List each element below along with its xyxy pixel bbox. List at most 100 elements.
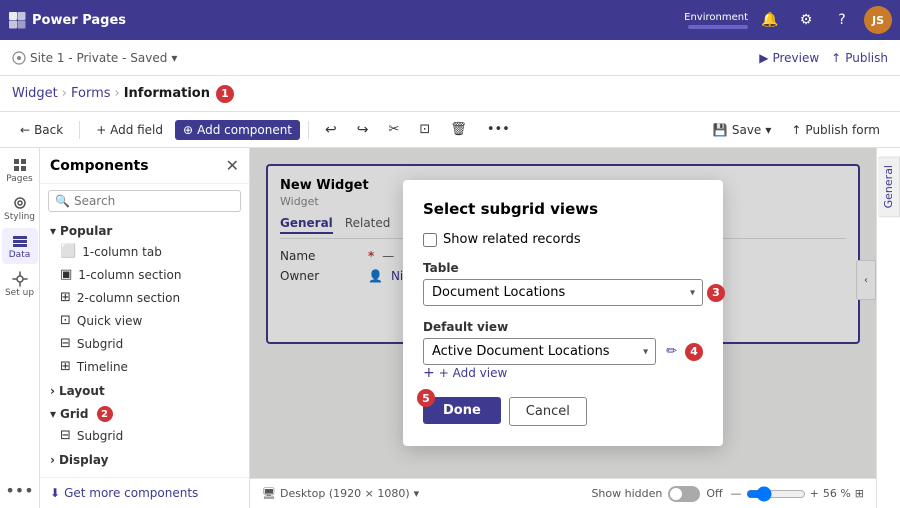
site-icon <box>12 51 26 65</box>
default-view-select-wrap: Active Document Locations All Document L… <box>423 338 656 365</box>
edit-view-icon[interactable]: ✏ <box>666 344 677 359</box>
cut-button[interactable]: ✂ <box>380 119 407 140</box>
default-view-row: Active Document Locations All Document L… <box>423 338 703 365</box>
breadcrumb-badge: 1 <box>216 85 234 103</box>
toolbar-sep-1 <box>79 121 80 139</box>
sidebar-item-1col-section[interactable]: ▣ 1-column section <box>40 263 249 286</box>
site-info: Site 1 - Private - Saved ▾ <box>12 51 177 65</box>
environment-badge: Environment <box>684 12 748 29</box>
table-select[interactable]: Document Locations Accounts Contacts <box>423 279 703 306</box>
sidebar-item-1col-tab[interactable]: ⬜ 1-column tab <box>40 240 249 263</box>
settings-icon[interactable]: ⚙ <box>792 6 820 34</box>
nav-data[interactable]: Data <box>2 228 38 264</box>
sub-header: Site 1 - Private - Saved ▾ ▶ Preview ↑ P… <box>0 40 900 76</box>
breadcrumb-bar: Widget › Forms › Information 1 <box>0 76 900 112</box>
zoom-slider[interactable] <box>746 486 806 502</box>
zoom-label: 56 % <box>823 487 851 500</box>
delete-button[interactable]: 🗑 <box>442 119 475 140</box>
breadcrumb-forms[interactable]: Forms <box>71 86 111 101</box>
toolbar-sep-2 <box>308 121 309 139</box>
sidebar-item-2col-section[interactable]: ⊞ 2-column section <box>40 286 249 309</box>
show-related-checkbox[interactable] <box>423 233 437 247</box>
1col-tab-icon: ⬜ <box>60 244 76 259</box>
nav-setup[interactable]: Set up <box>2 266 38 302</box>
preview-btn[interactable]: ▶ Preview <box>759 51 819 65</box>
breadcrumb-current: Information <box>124 86 210 101</box>
pages-icon <box>12 157 28 173</box>
nav-styling[interactable]: Styling <box>2 190 38 226</box>
sidebar-item-quick-view[interactable]: ⊡ Quick view <box>40 309 249 332</box>
avatar[interactable]: JS <box>864 6 892 34</box>
timeline-icon: ⊞ <box>60 359 71 374</box>
undo-button[interactable]: ↩ <box>317 119 345 141</box>
sidebar-section-grid[interactable]: ▾ Grid 2 <box>40 400 249 424</box>
show-related-label: Show related records <box>443 232 581 247</box>
sidebar-header: Components ✕ <box>40 148 249 184</box>
add-view-btn[interactable]: + + Add view <box>423 365 703 381</box>
redo-button[interactable]: ↪ <box>349 119 377 141</box>
sidebar: Components ✕ 🔍 ▾ Popular ⬜ 1-column tab … <box>40 148 250 508</box>
nav-pages[interactable]: Pages <box>2 152 38 188</box>
add-component-button[interactable]: ⊕ Add component <box>175 120 300 140</box>
show-hidden-toggle: Show hidden Off <box>591 486 722 502</box>
back-button[interactable]: ← Back <box>12 120 71 140</box>
desktop-resolution: 🖥 Desktop (1920 × 1080) ▾ <box>262 487 419 500</box>
sidebar-section-popular[interactable]: ▾ Popular <box>40 218 249 240</box>
quick-view-icon: ⊡ <box>60 313 71 328</box>
publish-form-button[interactable]: ↑ Publish form <box>783 120 888 140</box>
environment-bar <box>688 25 748 29</box>
toolbar-right: 💾 Save ▾ ↑ Publish form <box>705 120 888 140</box>
2col-section-icon: ⊞ <box>60 290 71 305</box>
sidebar-section-layout[interactable]: › Layout <box>40 378 249 400</box>
sidebar-close[interactable]: ✕ <box>226 156 239 175</box>
cancel-button[interactable]: Cancel <box>509 397 587 426</box>
copy-button[interactable]: ⊡ <box>411 119 438 140</box>
app-logo-icon <box>8 11 26 29</box>
notification-icon[interactable]: 🔔 <box>756 6 784 34</box>
view-badge: 4 <box>685 343 703 361</box>
show-related-row: Show related records <box>423 232 703 247</box>
subgrid-grid-icon: ⊟ <box>60 428 71 443</box>
app-title: Power Pages <box>32 13 126 28</box>
bottom-bar: 🖥 Desktop (1920 × 1080) ▾ Show hidden Of… <box>250 478 876 508</box>
search-icon: 🔍 <box>55 194 70 208</box>
select-subgrid-modal: Select subgrid views Show related record… <box>403 180 723 446</box>
sidebar-item-subgrid-popular[interactable]: ⊟ Subgrid <box>40 332 249 355</box>
modal-footer: Done 5 Cancel <box>423 397 703 426</box>
search-input[interactable] <box>74 194 234 208</box>
get-more-components[interactable]: ⬇ Get more components <box>40 477 249 508</box>
sidebar-item-subgrid-grid[interactable]: ⊟ Subgrid <box>40 424 249 447</box>
toggle-knob <box>670 488 682 500</box>
sidebar-section-display[interactable]: › Display <box>40 447 249 469</box>
general-panel-tab[interactable]: General <box>878 156 900 217</box>
sidebar-section-input[interactable]: › Input <box>40 469 249 477</box>
modal-overlay: Select subgrid views Show related record… <box>250 148 876 478</box>
default-view-select[interactable]: Active Document Locations All Document L… <box>423 338 656 365</box>
main-layout: Pages Styling Data Set up ••• Components… <box>0 148 900 508</box>
table-label: Table <box>423 261 703 275</box>
add-field-button[interactable]: + Add field <box>88 120 171 140</box>
help-icon[interactable]: ? <box>828 6 856 34</box>
top-bar-right: Environment 🔔 ⚙ ? JS <box>684 6 892 34</box>
styling-icon <box>12 195 28 211</box>
app-logo: Power Pages <box>8 11 684 29</box>
more-button[interactable]: ••• <box>479 119 518 140</box>
toggle-switch[interactable] <box>668 486 700 502</box>
canvas-content: New Widget Widget General Related › Name… <box>250 148 876 478</box>
table-select-wrap: Document Locations Accounts Contacts ▾ 3 <box>423 279 703 306</box>
breadcrumb-widget[interactable]: Widget <box>12 86 58 101</box>
publish-btn[interactable]: ↑ Publish <box>831 51 888 65</box>
zoom-slider-wrap: — + 56 % ⊞ <box>731 486 864 502</box>
sidebar-item-timeline[interactable]: ⊞ Timeline <box>40 355 249 378</box>
save-button[interactable]: 💾 Save ▾ <box>705 120 779 140</box>
setup-icon <box>12 271 28 287</box>
top-bar: Power Pages Environment 🔔 ⚙ ? JS <box>0 0 900 40</box>
grid-badge: 2 <box>97 406 113 422</box>
1col-section-icon: ▣ <box>60 267 72 282</box>
breadcrumb: Widget › Forms › Information 1 <box>12 85 234 103</box>
nav-more[interactable]: ••• <box>2 472 38 508</box>
table-badge: 3 <box>707 284 725 302</box>
done-button[interactable]: Done <box>423 397 501 424</box>
done-badge: 5 <box>417 389 435 407</box>
subgrid-popular-icon: ⊟ <box>60 336 71 351</box>
